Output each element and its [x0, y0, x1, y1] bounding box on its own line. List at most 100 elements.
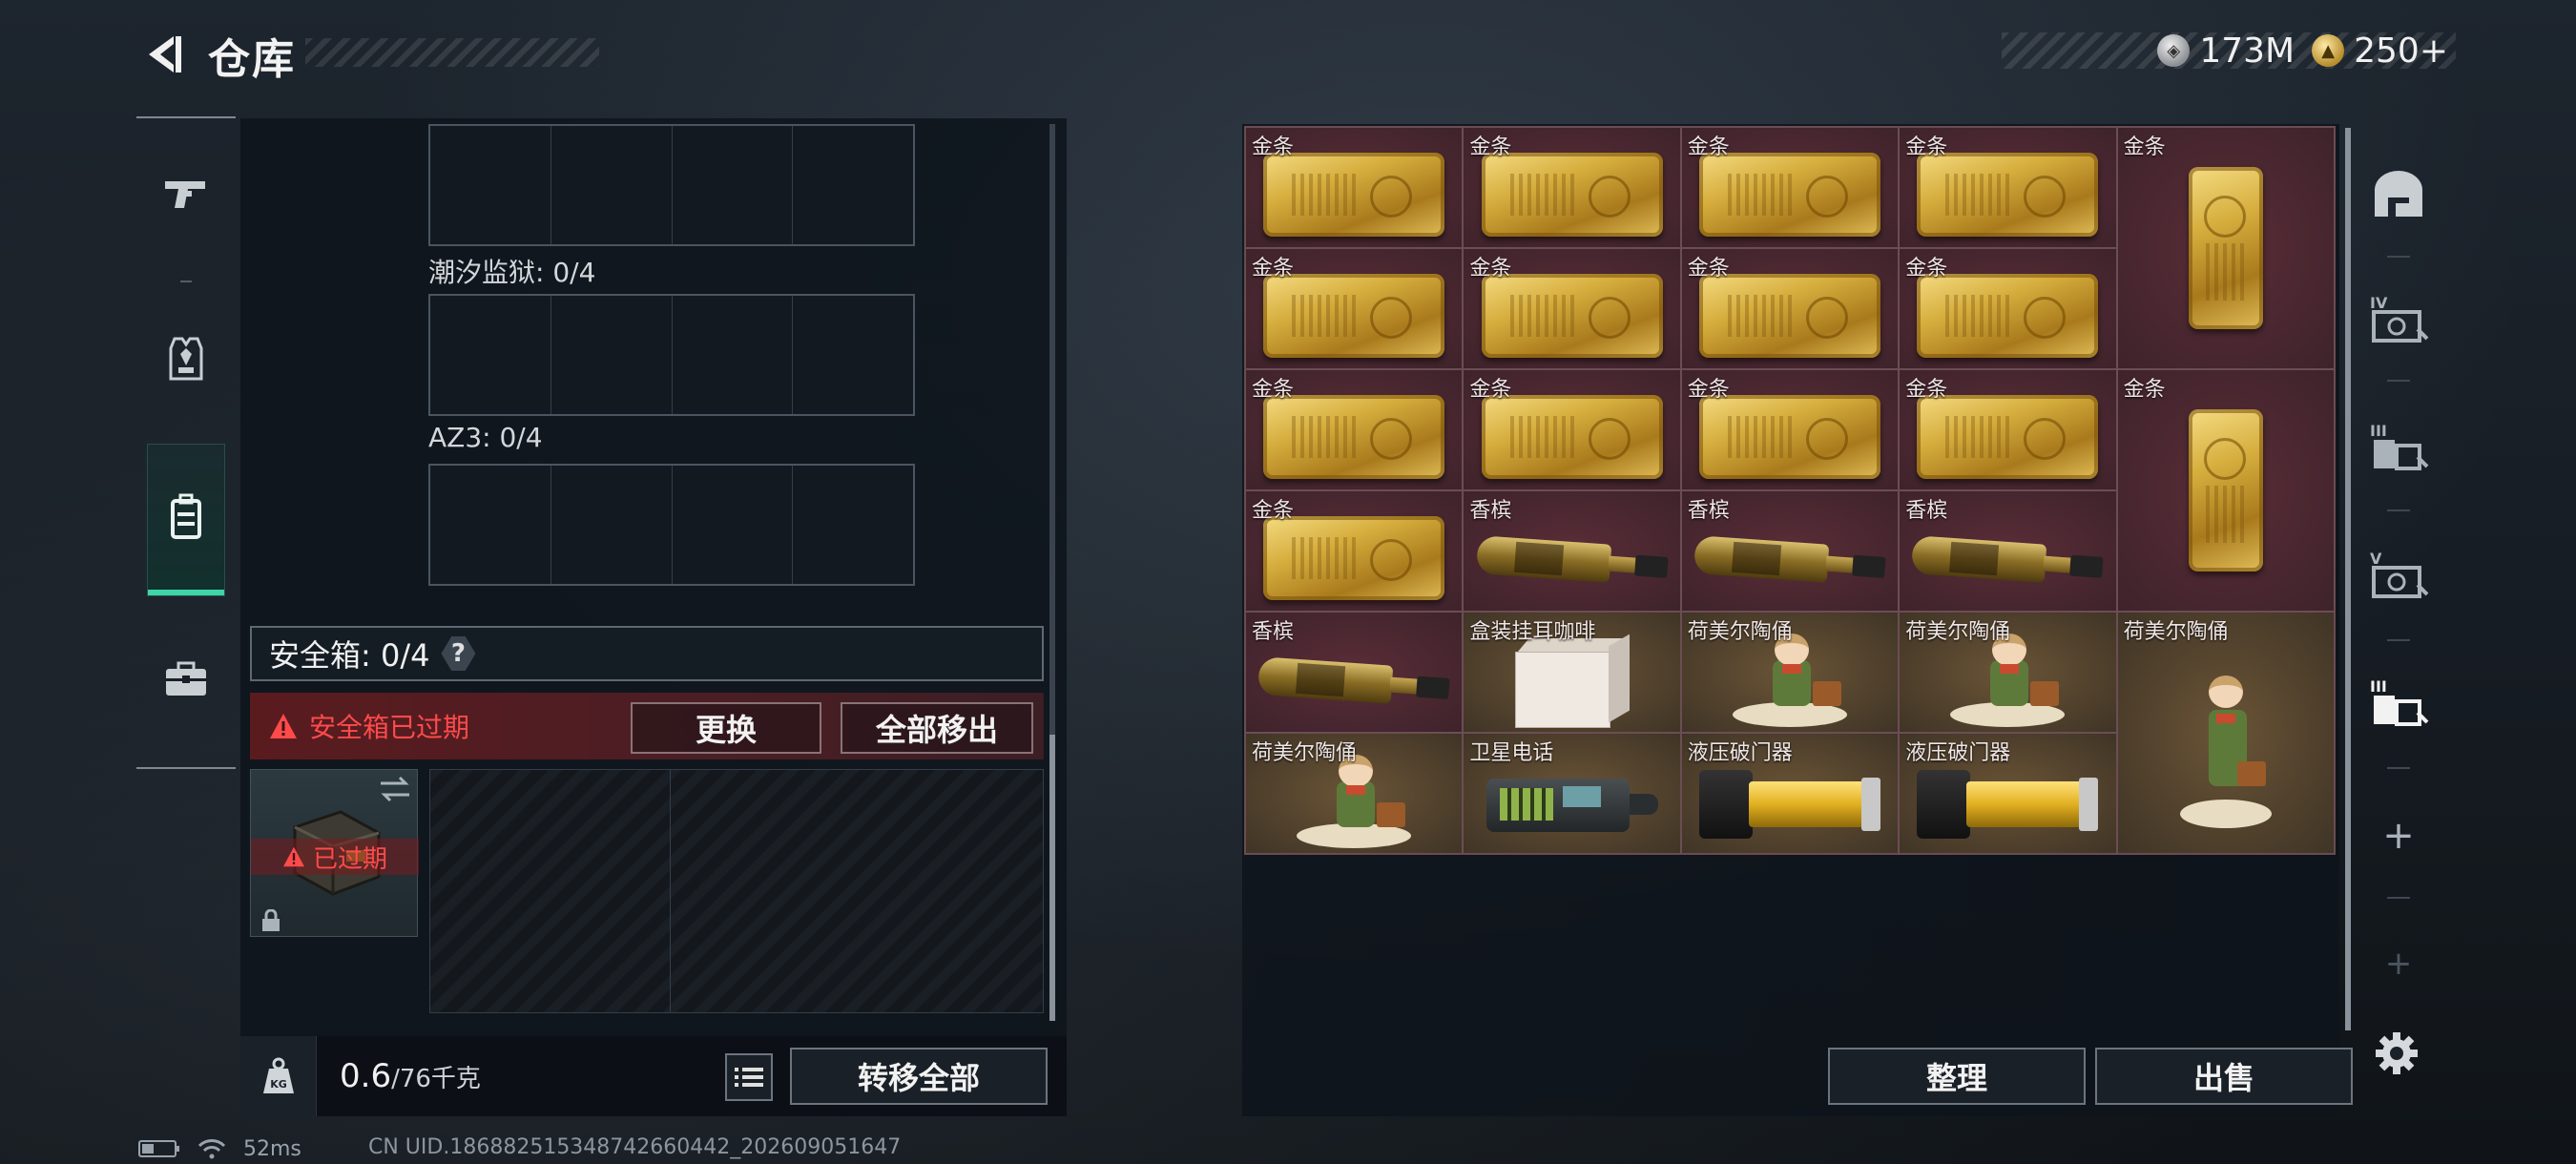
stash-item-gold-bar-vertical[interactable]: 金条 [2116, 369, 2335, 612]
hydraulic-breacher-icon [1698, 760, 1880, 846]
sort-button[interactable]: 整理 [1828, 1048, 2086, 1105]
stash-item-gold-bar[interactable]: 金条 [1245, 490, 1464, 612]
stash-item-satellite-phone[interactable]: 卫星电话 [1463, 733, 1681, 854]
currency-gold[interactable]: ▲ 250+ [2312, 31, 2448, 71]
tab-stash-iii-active[interactable]: III [2360, 645, 2437, 759]
satellite-phone-icon [1485, 769, 1658, 838]
stash-item-gold-bar[interactable]: 金条 [1899, 248, 2117, 369]
stash-item-gold-bar[interactable]: 金条 [1680, 127, 1900, 248]
lock-icon [262, 909, 280, 931]
empty-slot[interactable] [430, 466, 551, 584]
gold-coin-icon: ▲ [2312, 34, 2345, 67]
stash-scrollbar[interactable] [2345, 128, 2351, 1030]
tab-stash-iv[interactable]: IV [2360, 261, 2437, 376]
tab-stash-main[interactable] [2360, 137, 2437, 252]
settings-button[interactable] [2370, 1027, 2423, 1080]
safe-box-slot[interactable] [430, 770, 671, 1012]
nav-weapons[interactable] [136, 118, 236, 271]
stash-item-gold-bar[interactable]: 金条 [1899, 369, 2117, 490]
gold-amount: 250+ [2354, 31, 2448, 71]
champagne-icon [1693, 534, 1886, 587]
empty-slot[interactable] [673, 126, 794, 244]
stash-item-champagne[interactable]: 香槟 [1680, 490, 1900, 612]
tab-stash-v[interactable]: V [2360, 517, 2437, 632]
stash-item-gold-bar[interactable]: 金条 [1463, 248, 1681, 369]
add-tab-button[interactable]: + [2360, 779, 2437, 893]
gold-bar-icon [1481, 274, 1663, 358]
back-button[interactable] [134, 27, 189, 82]
add-tab-disabled-icon: + [2384, 945, 2413, 983]
stash-tab-iv-icon: IV [2370, 294, 2429, 343]
swap-icon[interactable] [379, 776, 411, 802]
empty-slot[interactable] [673, 466, 794, 584]
ping-value: 52ms [243, 1136, 301, 1161]
figurine-icon [1950, 632, 2066, 727]
empty-slot[interactable] [551, 296, 673, 414]
safe-box-slots[interactable] [429, 769, 1044, 1013]
stash-item-gold-bar[interactable]: 金条 [1463, 369, 1681, 490]
empty-slot[interactable] [551, 466, 673, 584]
tab-separator [2387, 767, 2410, 769]
stash-item-figurine[interactable]: 荷美尔陶俑 [1899, 612, 2117, 733]
card-expired-text: 已过期 [312, 844, 387, 874]
stash-item-coffee-box[interactable]: 盒装挂耳咖啡 [1463, 612, 1681, 733]
stash-item-gold-bar[interactable]: 金条 [1680, 369, 1900, 490]
weight-value: 0.6/76千克 [340, 1057, 481, 1095]
expired-message: 安全箱已过期 [309, 712, 470, 743]
item-name: 液压破门器 [1687, 741, 1793, 765]
tab-stash-iii[interactable]: III [2360, 389, 2437, 504]
stash-item-champagne[interactable]: 香槟 [1245, 612, 1464, 733]
sell-button[interactable]: 出售 [2095, 1048, 2353, 1105]
tab-separator [2387, 380, 2410, 382]
stash-item-champagne[interactable]: 香槟 [1899, 490, 2117, 612]
stash-tabs: IV III V III + + [2360, 124, 2437, 983]
replace-button[interactable]: 更换 [631, 702, 821, 754]
empty-slot[interactable] [793, 296, 913, 414]
expired-warning: 安全箱已过期 [269, 707, 469, 745]
currency-silver[interactable]: ◈ 173M [2157, 31, 2295, 71]
help-icon[interactable]: ? [441, 636, 476, 671]
stash-item-figurine[interactable]: 荷美尔陶俑 [1245, 733, 1464, 854]
safe-box-card[interactable]: 已过期 [250, 769, 419, 937]
nav-briefcase[interactable] [136, 603, 236, 756]
stash-item-gold-bar[interactable]: 金条 [1245, 127, 1464, 248]
stash-item-gold-bar[interactable]: 金条 [1245, 369, 1464, 490]
stash-item-hydraulic-breacher[interactable]: 液压破门器 [1899, 733, 2117, 854]
stash-item-figurine-tall[interactable]: 荷美尔陶俑 [2116, 612, 2335, 854]
figurine-icon [1297, 753, 1412, 848]
stash-item-hydraulic-breacher[interactable]: 液压破门器 [1680, 733, 1900, 854]
item-name: 香槟 [1905, 499, 1948, 523]
item-name: 金条 [2123, 135, 2166, 159]
transfer-all-button[interactable]: 转移全部 [790, 1048, 1048, 1105]
stash-item-gold-bar[interactable]: 金条 [1680, 248, 1900, 369]
left-scrollbar-thumb[interactable] [1049, 735, 1055, 1021]
gold-bar-icon [1698, 274, 1880, 358]
empty-slot[interactable] [673, 296, 794, 414]
weight-capacity: /76千克 [391, 1065, 481, 1093]
stash-item-champagne[interactable]: 香槟 [1463, 490, 1681, 612]
container-slots-az3 [428, 464, 915, 586]
stash-item-gold-bar[interactable]: 金条 [1899, 127, 2117, 248]
stash-item-gold-bar-vertical[interactable]: 金条 [2116, 127, 2335, 369]
status-bar: 52ms [138, 1135, 301, 1162]
nav-backpack[interactable] [148, 445, 224, 595]
figurine-icon [2179, 666, 2272, 829]
empty-slot[interactable] [793, 126, 913, 244]
gold-bar-icon [1917, 395, 2099, 479]
empty-slot[interactable] [430, 296, 551, 414]
empty-slot[interactable] [551, 126, 673, 244]
nav-armor[interactable] [136, 282, 236, 435]
warning-icon [282, 846, 304, 867]
gold-bar-icon [1917, 153, 2099, 237]
move-all-out-button[interactable]: 全部移出 [841, 702, 1033, 754]
tab-separator [2387, 639, 2410, 641]
item-name: 金条 [2123, 378, 2166, 402]
tab-separator [2387, 256, 2410, 258]
empty-slot[interactable] [793, 466, 913, 584]
list-view-button[interactable] [725, 1053, 773, 1101]
empty-slot[interactable] [430, 126, 551, 244]
stash-item-gold-bar[interactable]: 金条 [1463, 127, 1681, 248]
stash-item-figurine[interactable]: 荷美尔陶俑 [1680, 612, 1900, 733]
briefcase-icon [166, 661, 206, 696]
stash-item-gold-bar[interactable]: 金条 [1245, 248, 1464, 369]
